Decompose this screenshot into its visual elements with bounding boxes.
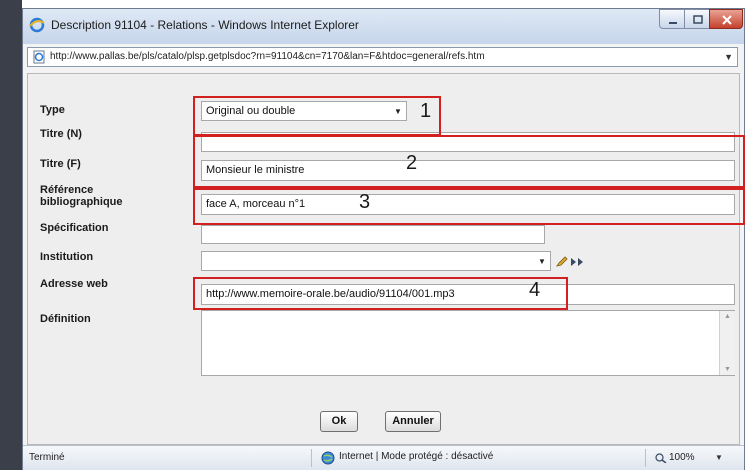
status-text: Terminé <box>29 452 65 463</box>
definition-scrollbar[interactable]: ▲ ▼ <box>719 311 735 375</box>
page-icon <box>33 50 45 64</box>
type-label: Type <box>40 104 65 116</box>
adresse-web-label: Adresse web <box>40 278 108 290</box>
annotation-number-1: 1 <box>420 100 432 122</box>
specification-input[interactable] <box>201 225 545 244</box>
reference-label-line2: bibliographique <box>40 196 123 208</box>
address-url[interactable]: http://www.pallas.be/pls/catalo/plsp.get… <box>50 51 485 62</box>
scroll-down-icon[interactable]: ▼ <box>724 366 731 373</box>
minimize-button[interactable] <box>659 9 685 29</box>
annotation-number-4: 4 <box>529 279 541 301</box>
zoom-dropdown-icon[interactable]: ▼ <box>715 453 723 462</box>
globe-icon <box>321 451 335 465</box>
specification-label: Spécification <box>40 222 109 234</box>
definition-label: Définition <box>40 313 91 325</box>
titre-n-label: Titre (N) <box>40 128 82 140</box>
status-separator-2 <box>645 449 646 467</box>
annotation-box-3 <box>193 188 745 225</box>
window-title: Description 91104 - Relations - Windows … <box>51 18 359 32</box>
reference-label: Référence bibliographique <box>40 184 123 208</box>
maximize-button[interactable] <box>684 9 710 29</box>
zoom-level[interactable]: 100% <box>669 452 695 463</box>
address-dropdown-icon[interactable]: ▼ <box>724 52 733 62</box>
ok-button[interactable]: Ok <box>320 411 358 432</box>
form-area: Type Original ou double ▼ Titre (N) Titr… <box>27 73 745 445</box>
annotation-number-3: 3 <box>359 191 371 213</box>
address-bar[interactable]: http://www.pallas.be/pls/catalo/plsp.get… <box>27 47 738 67</box>
institution-label: Institution <box>40 251 94 263</box>
institution-select[interactable] <box>201 251 551 271</box>
status-separator <box>311 449 312 467</box>
close-button[interactable] <box>709 9 743 29</box>
maximize-icon <box>693 15 703 24</box>
desktop-background <box>0 0 22 470</box>
annuler-button[interactable]: Annuler <box>385 411 441 432</box>
scroll-up-icon[interactable]: ▲ <box>724 313 731 320</box>
navigate-arrows-icon[interactable] <box>570 256 586 268</box>
annotation-box-2 <box>193 135 745 188</box>
close-icon <box>722 15 732 25</box>
annotation-number-2: 2 <box>406 152 418 174</box>
definition-textarea[interactable] <box>201 310 735 376</box>
status-bar: Terminé Internet | Mode protégé : désact… <box>23 445 744 470</box>
annotation-box-4 <box>193 277 568 310</box>
zoom-icon <box>655 453 667 463</box>
institution-dropdown-icon[interactable]: ▼ <box>538 257 546 266</box>
ie-icon <box>29 17 45 33</box>
titre-f-label: Titre (F) <box>40 158 81 170</box>
title-bar[interactable]: Description 91104 - Relations - Windows … <box>23 9 744 44</box>
annotation-box-1 <box>193 96 441 136</box>
edit-pencil-icon[interactable] <box>555 256 569 268</box>
minimize-icon <box>669 22 677 24</box>
browser-window: Description 91104 - Relations - Windows … <box>22 8 745 470</box>
security-zone[interactable]: Internet | Mode protégé : désactivé <box>339 451 493 462</box>
reference-label-line1: Référence <box>40 184 94 196</box>
